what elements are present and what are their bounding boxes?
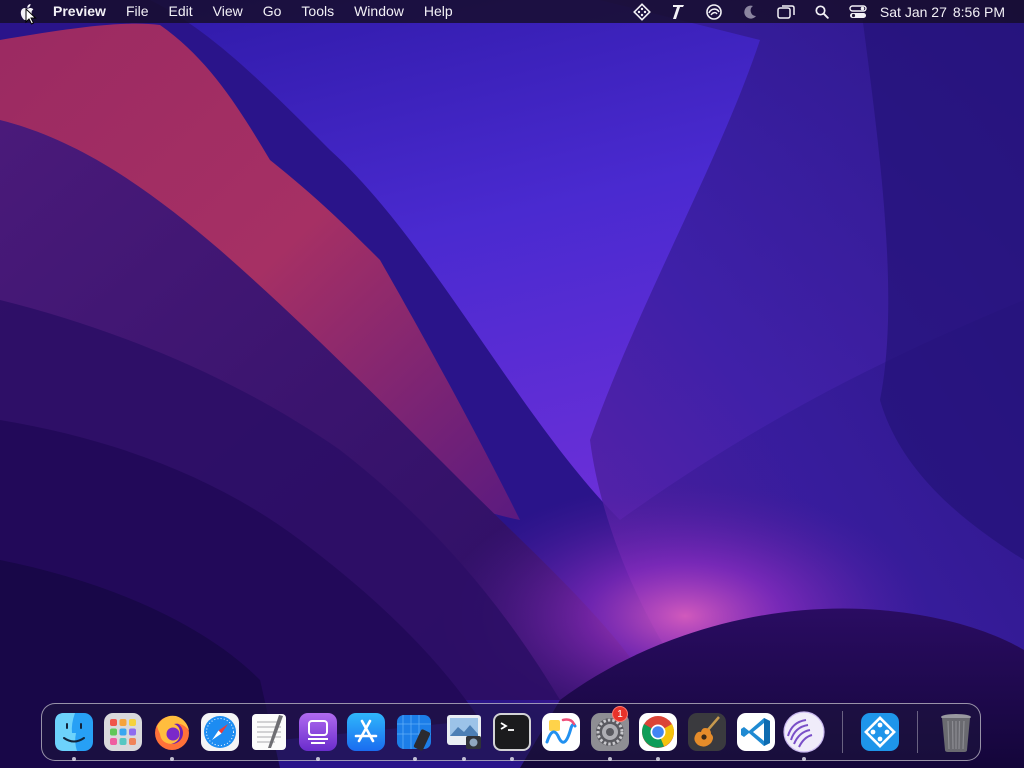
spotlight-search-icon[interactable] bbox=[804, 0, 840, 23]
mouse-pointer-icon bbox=[25, 8, 37, 25]
trash-icon bbox=[940, 714, 971, 752]
dock-freeform[interactable] bbox=[537, 703, 586, 761]
menu-file[interactable]: File bbox=[116, 0, 159, 23]
launchpad-icon bbox=[104, 713, 142, 751]
screen-mirroring-icon[interactable] bbox=[768, 0, 804, 23]
running-indicator bbox=[461, 757, 466, 761]
firefox-icon bbox=[154, 715, 189, 750]
running-indicator bbox=[169, 757, 174, 761]
app-store-icon bbox=[347, 713, 386, 751]
notification-badge: 1 bbox=[612, 706, 629, 722]
running-indicator bbox=[656, 757, 661, 761]
cursor-app-icon[interactable] bbox=[696, 0, 732, 23]
menu-tools[interactable]: Tools bbox=[291, 0, 344, 23]
running-indicator bbox=[607, 757, 612, 761]
dock-trash[interactable] bbox=[931, 703, 980, 761]
clock-time: 8:56 PM bbox=[952, 3, 1005, 20]
finder-icon bbox=[55, 713, 94, 751]
dock: 1 bbox=[41, 703, 981, 761]
menu-bar-clock[interactable]: Sat Jan 27 8:56 PM bbox=[876, 4, 1024, 20]
tor-onion-icon bbox=[783, 711, 826, 753]
dock-preview[interactable] bbox=[439, 703, 488, 761]
menu-view[interactable]: View bbox=[203, 0, 253, 23]
yabai-icon[interactable] bbox=[624, 0, 660, 23]
yabai-app-icon bbox=[861, 713, 900, 751]
dock-safari[interactable] bbox=[196, 703, 245, 761]
dock-separator bbox=[917, 711, 919, 753]
chrome-icon bbox=[639, 713, 678, 751]
menu-edit[interactable]: Edit bbox=[159, 0, 203, 23]
terminal-icon bbox=[493, 713, 532, 751]
desktop-wallpaper bbox=[0, 0, 1024, 768]
focus-moon-icon[interactable] bbox=[732, 0, 768, 23]
typora-icon[interactable] bbox=[660, 0, 696, 23]
running-indicator bbox=[413, 757, 418, 761]
safari-icon bbox=[201, 713, 240, 751]
dock-system-settings[interactable]: 1 bbox=[585, 703, 634, 761]
control-center-icon[interactable] bbox=[840, 0, 876, 23]
dock-podcast-capture[interactable] bbox=[293, 703, 342, 761]
menu-app-name[interactable]: Preview bbox=[40, 0, 116, 23]
running-indicator bbox=[510, 757, 515, 761]
dock-app-store[interactable] bbox=[342, 703, 391, 761]
running-indicator bbox=[802, 757, 807, 761]
menu-help[interactable]: Help bbox=[414, 0, 463, 23]
dock-google-chrome[interactable] bbox=[634, 703, 683, 761]
menu-go[interactable]: Go bbox=[253, 0, 292, 23]
dock-terminal[interactable] bbox=[488, 703, 537, 761]
running-indicator bbox=[72, 757, 77, 761]
clock-date: Sat Jan 27 bbox=[879, 3, 947, 20]
dock-xcode[interactable] bbox=[391, 703, 440, 761]
menu-window[interactable]: Window bbox=[344, 0, 414, 23]
podcast-capture-icon bbox=[298, 713, 337, 751]
dock-finder[interactable] bbox=[50, 703, 99, 761]
dock-textedit[interactable] bbox=[245, 703, 294, 761]
dock-tor-qbittorrent[interactable] bbox=[780, 703, 829, 761]
dock-separator bbox=[841, 711, 843, 753]
xcode-icon bbox=[397, 715, 432, 751]
dock-yabai[interactable] bbox=[856, 703, 905, 761]
vscode-icon bbox=[736, 713, 775, 751]
textedit-icon bbox=[252, 714, 287, 750]
running-indicator bbox=[315, 757, 320, 761]
freeform-icon bbox=[542, 713, 581, 751]
dock-visual-studio-code[interactable] bbox=[731, 703, 780, 761]
dock-firefox[interactable] bbox=[147, 703, 196, 761]
menu-bar: Preview File Edit View Go Tools Window H… bbox=[0, 0, 1024, 23]
garageband-guitar-icon bbox=[688, 713, 727, 751]
preview-icon bbox=[446, 715, 481, 749]
dock-garageband[interactable] bbox=[683, 703, 732, 761]
dock-launchpad[interactable] bbox=[99, 703, 148, 761]
